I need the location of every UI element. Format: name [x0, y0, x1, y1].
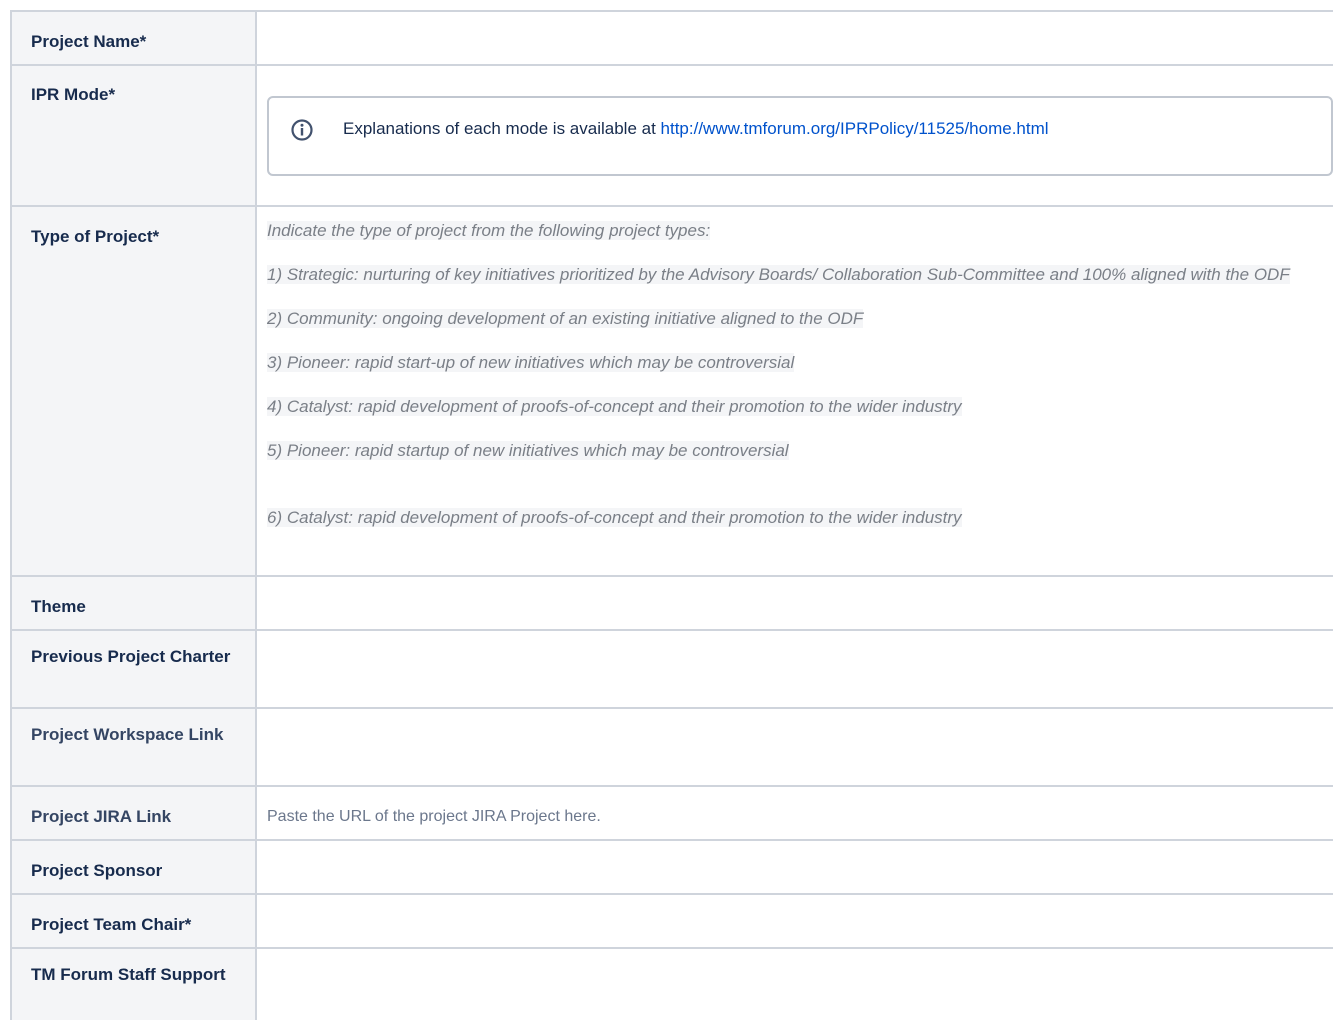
- jira-link-label: Project JIRA Link: [31, 807, 172, 826]
- project-type-item: 4) Catalyst: rapid development of proofs…: [267, 397, 962, 416]
- previous-charter-value[interactable]: [255, 629, 1333, 709]
- ipr-policy-link[interactable]: http://www.tmforum.org/IPRPolicy/11525/h…: [661, 119, 1049, 138]
- row-staff-support: TM Forum Staff Support: [10, 947, 1333, 1020]
- label-cell: Project Workspace Link: [10, 707, 257, 787]
- project-type-list: Indicate the type of project from the fo…: [257, 207, 1333, 529]
- project-type-intro: Indicate the type of project from the fo…: [267, 221, 711, 240]
- label-cell: Project Name*: [10, 10, 257, 66]
- row-type-of-project: Type of Project* Indicate the type of pr…: [10, 205, 1333, 577]
- row-previous-charter: Previous Project Charter: [10, 629, 1333, 709]
- project-charter-form: Project Name* IPR Mode* Explanations of …: [10, 10, 1333, 1020]
- sponsor-value[interactable]: [255, 839, 1333, 895]
- project-type-item: 3) Pioneer: rapid start-up of new initia…: [267, 353, 795, 372]
- row-jira-link: Project JIRA Link Paste the URL of the p…: [10, 785, 1333, 841]
- info-panel: Explanations of each mode is available a…: [267, 96, 1333, 176]
- row-workspace-link: Project Workspace Link: [10, 707, 1333, 787]
- row-theme: Theme: [10, 575, 1333, 631]
- label-cell: IPR Mode*: [10, 64, 257, 207]
- label-cell: Project JIRA Link: [10, 785, 257, 841]
- label-cell: Previous Project Charter: [10, 629, 257, 709]
- project-name-value[interactable]: [255, 10, 1333, 66]
- theme-value[interactable]: [255, 575, 1333, 631]
- project-name-label: Project Name*: [31, 32, 147, 51]
- jira-link-value[interactable]: Paste the URL of the project JIRA Projec…: [255, 785, 1333, 841]
- team-chair-label: Project Team Chair*: [31, 915, 192, 934]
- previous-charter-label: Previous Project Charter: [31, 647, 231, 666]
- project-type-item: 1) Strategic: nurturing of key initiativ…: [267, 265, 1290, 284]
- row-ipr-mode: IPR Mode* Explanations of each mode is a…: [10, 64, 1333, 207]
- ipr-mode-value[interactable]: Explanations of each mode is available a…: [255, 64, 1333, 207]
- workspace-link-value[interactable]: [255, 707, 1333, 787]
- staff-support-value[interactable]: [255, 947, 1333, 1020]
- info-icon: [291, 119, 313, 141]
- ipr-mode-label: IPR Mode*: [31, 85, 116, 104]
- project-type-item: 5) Pioneer: rapid startup of new initiat…: [267, 441, 789, 460]
- info-text: Explanations of each mode is available a…: [343, 119, 661, 138]
- staff-support-label: TM Forum Staff Support: [31, 965, 226, 984]
- team-chair-value[interactable]: [255, 893, 1333, 949]
- project-type-item: 6) Catalyst: rapid development of proofs…: [267, 508, 962, 527]
- type-of-project-value[interactable]: Indicate the type of project from the fo…: [255, 205, 1333, 577]
- row-team-chair: Project Team Chair*: [10, 893, 1333, 949]
- label-cell: TM Forum Staff Support: [10, 947, 257, 1020]
- row-sponsor: Project Sponsor: [10, 839, 1333, 895]
- row-project-name: Project Name*: [10, 10, 1333, 66]
- type-of-project-label: Type of Project*: [31, 227, 160, 246]
- workspace-link-label: Project Workspace Link: [31, 725, 224, 744]
- charter-table: Project Name* IPR Mode* Explanations of …: [10, 10, 1333, 1020]
- project-type-item: 2) Community: ongoing development of an …: [267, 309, 864, 328]
- jira-link-hint: Paste the URL of the project JIRA Projec…: [267, 808, 601, 825]
- info-message: Explanations of each mode is available a…: [343, 117, 1049, 140]
- sponsor-label: Project Sponsor: [31, 861, 163, 880]
- label-cell: Theme: [10, 575, 257, 631]
- label-cell: Project Sponsor: [10, 839, 257, 895]
- theme-label: Theme: [31, 597, 86, 616]
- label-cell: Project Team Chair*: [10, 893, 257, 949]
- label-cell: Type of Project*: [10, 205, 257, 577]
